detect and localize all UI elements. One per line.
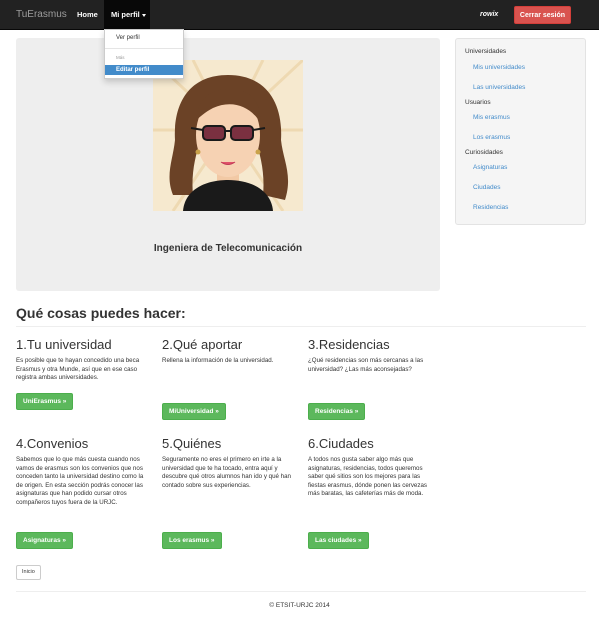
sidebar-heading-usuarios: Usuarios bbox=[465, 99, 491, 106]
feature-title: 2.Qué aportar bbox=[162, 337, 243, 352]
asignaturas-button[interactable]: Asignaturas » bbox=[16, 532, 73, 549]
nav-home[interactable]: Home bbox=[77, 10, 98, 19]
section-title: Qué cosas puedes hacer: bbox=[16, 305, 186, 321]
sidebar-item-mis-universidades[interactable]: Mis universidades bbox=[473, 64, 525, 71]
feature-text: Rellena la información de la universidad… bbox=[162, 357, 274, 364]
footer-text: © ETSIT-URJC 2014 bbox=[269, 602, 330, 609]
dropdown-edit-profile-label: Editar perfil bbox=[116, 66, 150, 73]
feature-title: 5.Quiénes bbox=[162, 436, 222, 451]
feature-title: 6.Ciudades bbox=[308, 436, 374, 451]
sidebar-item-los-erasmus[interactable]: Los erasmus bbox=[473, 134, 510, 141]
divider bbox=[16, 326, 586, 327]
feature-text: Sabemos que lo que más cuesta cuando nos… bbox=[16, 456, 144, 506]
sidebar: Universidades Mis universidades Las univ… bbox=[455, 38, 586, 225]
footer-divider bbox=[16, 591, 586, 592]
dropdown-view-profile[interactable]: Ver perfil bbox=[116, 35, 140, 41]
sidebar-item-mis-erasmus[interactable]: Mis erasmus bbox=[473, 114, 510, 121]
los-erasmus-button[interactable]: Los erasmus » bbox=[162, 532, 222, 549]
sidebar-item-asignaturas[interactable]: Asignaturas bbox=[473, 164, 507, 171]
dropdown-header: Más bbox=[116, 55, 125, 60]
jumbotron: Ingeniera de Telecomunicación bbox=[16, 38, 440, 291]
dropdown-edit-profile[interactable]: Editar perfil bbox=[105, 65, 183, 75]
las-ciudades-button[interactable]: Las ciudades » bbox=[308, 532, 369, 549]
sidebar-heading-universidades: Universidades bbox=[465, 48, 507, 55]
feature-text: A todos nos gusta saber algo más que asi… bbox=[308, 456, 428, 498]
nav-profile-label: Mi perfil bbox=[111, 10, 140, 19]
sidebar-heading-curiosidades: Curiosidades bbox=[465, 149, 503, 156]
username: rowix bbox=[480, 11, 499, 18]
dropdown-divider bbox=[105, 48, 183, 49]
feature-title: 4.Convenios bbox=[16, 436, 89, 451]
sidebar-item-residencias[interactable]: Residencias bbox=[473, 204, 508, 211]
feature-text: ¿Qué residencias son más cercanas a las … bbox=[308, 357, 424, 373]
sidebar-item-las-universidades[interactable]: Las universidades bbox=[473, 84, 525, 91]
feature-text: Seguramente no eres el primero en irte a… bbox=[162, 456, 291, 489]
miuniversidad-button[interactable]: MiUniversidad » bbox=[162, 403, 226, 420]
logout-button[interactable]: Cerrar sesión bbox=[514, 6, 571, 24]
navbar: TuErasmus Home Mi perfil rowix Cerrar se… bbox=[0, 0, 599, 30]
caret-down-icon bbox=[141, 13, 146, 17]
feature-title: 1.Tu universidad bbox=[16, 337, 112, 352]
feature-text: Es posible que te hayan concedido una be… bbox=[16, 357, 140, 382]
feature-title: 3.Residencias bbox=[308, 337, 390, 352]
brand-link[interactable]: TuErasmus bbox=[16, 9, 67, 20]
sidebar-item-ciudades[interactable]: Ciudades bbox=[473, 184, 500, 191]
jumbotron-subtitle: Ingeniera de Telecomunicación bbox=[153, 243, 303, 254]
inicio-button[interactable]: Inicio bbox=[16, 565, 41, 580]
residencias-button[interactable]: Residencias » bbox=[308, 403, 366, 420]
profile-dropdown-menu: Ver perfil Más Editar perfil bbox=[104, 29, 184, 79]
avatar bbox=[153, 60, 303, 211]
unierasmus-button[interactable]: UniErasmus » bbox=[16, 393, 74, 410]
nav-profile-toggle[interactable]: Mi perfil bbox=[111, 10, 146, 19]
